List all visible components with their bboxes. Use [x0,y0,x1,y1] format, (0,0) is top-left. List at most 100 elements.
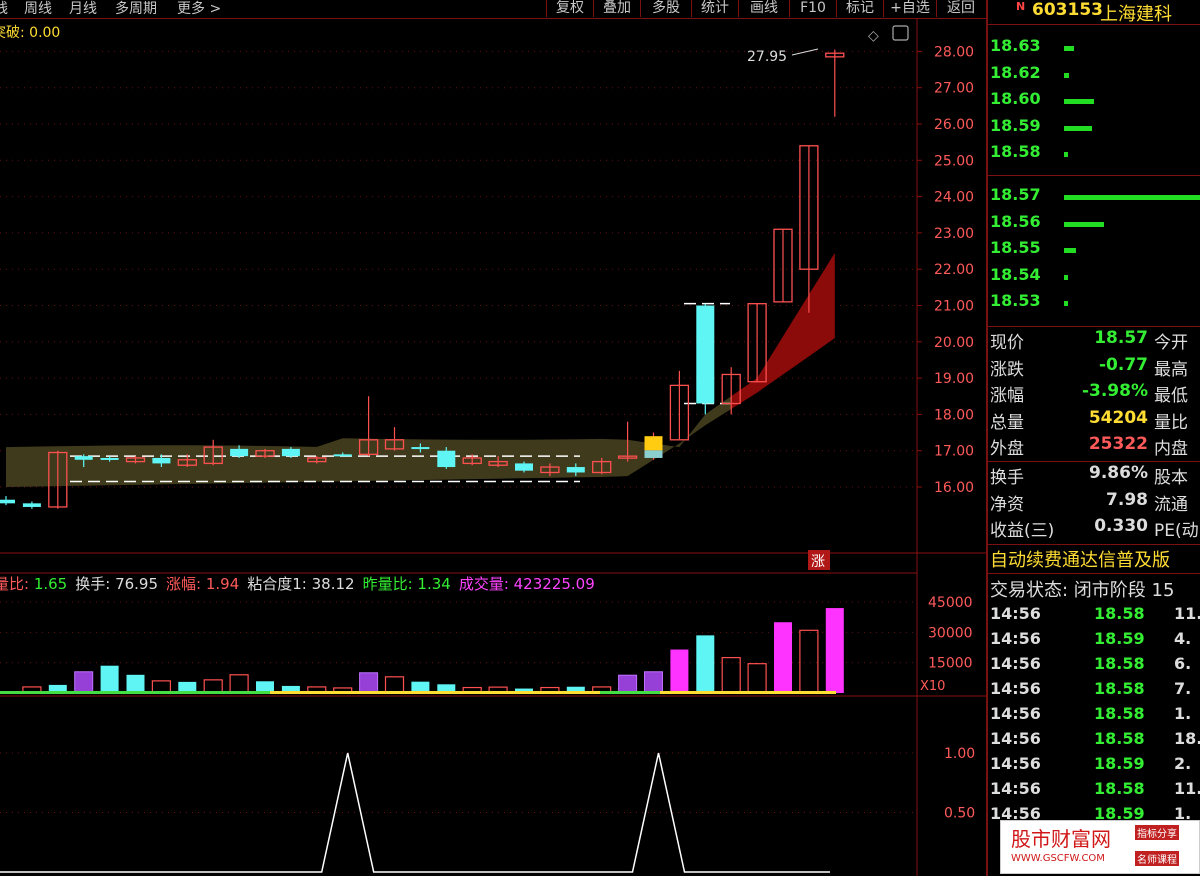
ask-row: 18.58 [988,142,1200,168]
info-label: 最低 [1154,386,1188,406]
divider [988,573,1200,574]
info-label: 现价 [990,333,1024,353]
bid-row: 18.55 [988,238,1200,264]
multi-period-tab[interactable]: 多周期 [115,0,157,18]
volume-header-value: 1.34 [417,575,450,593]
price-tick-label: 28.00 [934,44,974,60]
info-label: 流通 [1154,494,1188,515]
tick-price: 18.58 [1094,779,1145,798]
tick-volume: 7. [1174,679,1192,698]
bid-row: 18.57 [988,185,1200,211]
tick-row: 14:56 18.59 2. [988,754,1200,779]
tick-volume: 6. [1174,654,1192,673]
volume-header-label: 量比: [0,575,34,593]
candle-body [411,447,430,450]
ask-price: 18.63 [990,36,1041,55]
price-tick-label: 16.00 [934,480,974,496]
volume-baseline-segment [600,691,660,694]
bid-row: 18.56 [988,212,1200,238]
add-watchlist-button[interactable]: +自选 [883,0,936,17]
chart-area[interactable]: 28.00 27.00 26.00 25.00 24.00 23.00 22.00 21.00… [0,19,986,876]
draw-line-button[interactable]: 画线 [738,0,789,17]
signal-tick-label: 1.00 [944,746,975,762]
tick-time: 14:56 [990,604,1041,623]
tick-price: 18.59 [1094,754,1145,773]
tick-time: 14:56 [990,629,1041,648]
divider [988,461,1200,462]
signal-tick-label: 0.50 [944,806,975,822]
bid-price: 18.57 [990,185,1041,204]
ask-price: 18.60 [990,89,1041,108]
overlay-button[interactable]: 叠加 [593,0,640,17]
multi-stock-button[interactable]: 多股 [640,0,691,17]
signal-line [0,752,830,873]
tick-time: 14:56 [990,729,1041,748]
bid-volume-bar [1064,301,1068,306]
bid-volume-bar [1064,248,1076,253]
trade-status: 交易状态: 闭市阶段 15 [990,580,1175,601]
ask-row: 18.59 [988,116,1200,142]
tick-row: 14:56 18.58 11. [988,779,1200,804]
info-value: 9.86% [1089,463,1148,483]
info-value: -0.77 [1099,354,1148,375]
candle-body [74,456,93,460]
candle-body-highlight [644,450,663,458]
candle-body [100,457,119,460]
period-month-tab[interactable]: 月线 [69,0,97,18]
info-label: 涨跌 [990,359,1024,380]
bid-price: 18.56 [990,211,1041,231]
volume-indicator-header: 量比: 1.65 换手: 76.95 涨幅: 1.94 粘合度1: 38.12 昨量比:… [0,575,595,593]
diamond-icon: ◇ [868,28,879,44]
bid-row: 18.54 [988,265,1200,291]
info-label: 量比 [1154,412,1188,433]
tick-price: 18.58 [1094,704,1145,723]
candle-body [437,450,456,468]
max-price-label: 27.95 [747,49,787,65]
ask-price: 18.62 [990,62,1041,82]
period-week-tab[interactable]: 周线 [24,0,52,18]
fundamental-row: 收益(三) 0.330 PE(动 [988,516,1200,542]
back-button[interactable]: 返回 [936,0,985,17]
quote-info-row: 现价 18.57 今开 [988,328,1200,354]
price-tick-label: 23.00 [934,226,974,242]
info-value: 25322 [1088,434,1148,454]
mark-button[interactable]: 标记 [836,0,883,17]
price-tick-label: 21.00 [934,299,974,315]
candle-body [22,503,41,507]
period-day-tab[interactable]: 线 [0,0,8,18]
tick-volume: 18. [1174,729,1200,748]
ask-row: 18.63 [988,36,1200,62]
volume-bar [644,671,663,694]
bid-price: 18.53 [990,291,1041,310]
candle-body [230,448,249,457]
volume-tick-label: 15000 [928,656,973,672]
info-label: 股本 [1154,468,1188,488]
divider [988,175,1200,176]
volume-header-value: 1.65 [34,575,67,593]
volume-bar [618,674,638,694]
restore-rights-button[interactable]: 复权 [546,0,593,17]
info-value: 18.57 [1094,328,1148,348]
ask-volume-bar [1064,72,1069,78]
volume-bar [74,671,94,694]
price-tick-label: 24.00 [934,190,974,206]
indicator-label: 突破: 0.00 [0,25,60,41]
tick-time: 14:56 [990,679,1041,698]
fundamental-row: 净资 7.98 流通 [988,490,1200,516]
watermark-logo: 股市财富网 指标分享 名师课程 WWW.GSCFW.COM [1000,820,1200,874]
candle-body [515,463,533,471]
volume-bar [670,649,689,693]
subscription-banner[interactable]: 自动续费通达信普及版 [990,546,1170,572]
quote-info-row: 涨幅 -3.98% 最低 [988,381,1200,407]
statistics-button[interactable]: 统计 [691,0,738,17]
price-tick-label: 18.00 [934,407,974,423]
volume-header-value: 38.12 [312,575,355,593]
tick-row: 14:56 18.58 11. [988,604,1200,629]
info-label: 总量 [990,412,1024,433]
more-menu[interactable]: 更多 > [177,0,221,18]
quote-panel: N 603153 上海建科 18.63 18.62 18.60 18.59 18.58 … [988,0,1200,876]
f10-button[interactable]: F10 [789,0,836,17]
tick-time: 14:56 [990,779,1041,798]
tick-price: 18.58 [1094,729,1145,748]
volume-tick-label: 30000 [928,625,973,641]
